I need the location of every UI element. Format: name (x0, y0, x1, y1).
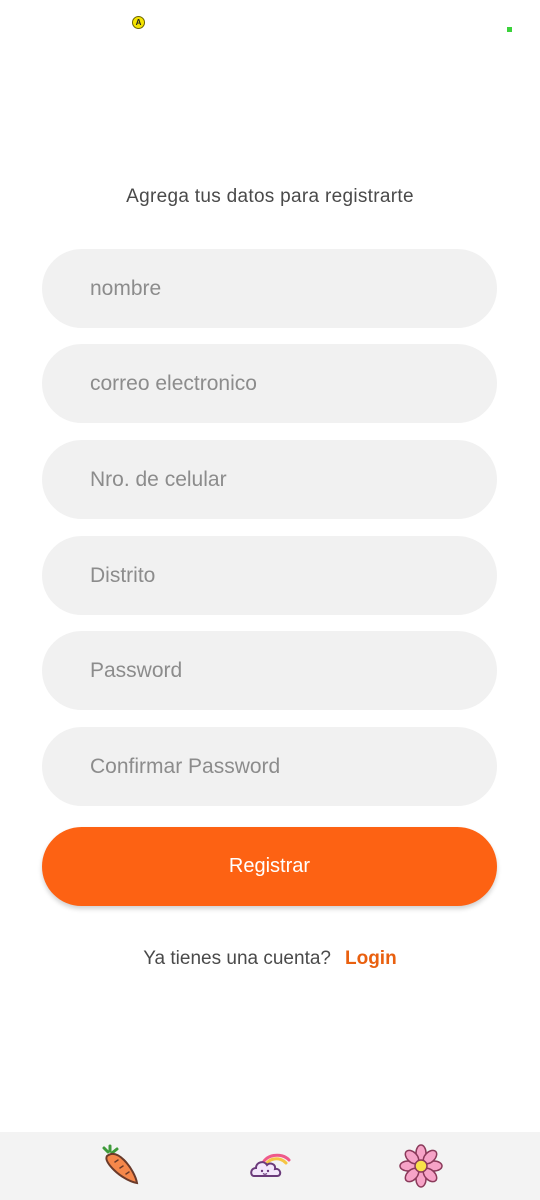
flower-icon (399, 1144, 443, 1188)
login-prompt-text: Ya tienes una cuenta? (143, 948, 331, 969)
login-link[interactable]: Login (345, 948, 397, 969)
district-input[interactable] (42, 536, 497, 615)
phone-input[interactable] (42, 440, 497, 519)
status-indicator-a: A (132, 16, 145, 29)
email-input[interactable] (42, 344, 497, 423)
confirm-password-input[interactable] (42, 727, 497, 806)
name-input[interactable] (42, 249, 497, 328)
nav-item-carrot[interactable] (98, 1144, 142, 1188)
password-input[interactable] (42, 631, 497, 710)
rainbow-cloud-icon (250, 1153, 291, 1177)
status-indicator-green (507, 27, 512, 32)
nav-item-rainbow[interactable] (248, 1144, 292, 1188)
carrot-icon (102, 1144, 139, 1185)
nav-item-flower[interactable] (399, 1144, 443, 1188)
register-button[interactable]: Registrar (42, 827, 497, 906)
form-subtitle: Agrega tus datos para registrarte (126, 186, 414, 207)
login-prompt: Ya tienes una cuenta? Login (0, 948, 540, 970)
bottom-nav (0, 1132, 540, 1200)
